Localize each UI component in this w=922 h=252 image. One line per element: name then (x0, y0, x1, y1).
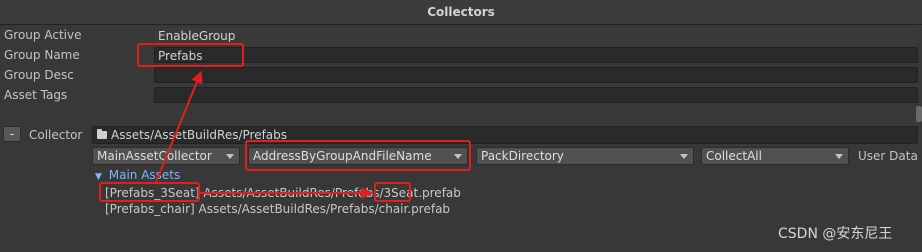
annotation-arrow-to-group-name (155, 70, 203, 183)
watermark: CSDN @安东尼王 (778, 226, 893, 242)
annotation-arrows (155, 70, 374, 199)
